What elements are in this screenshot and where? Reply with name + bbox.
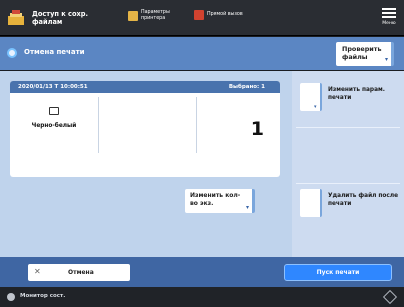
change-print-settings-button[interactable]: Изменить парам. печати ▾ [300, 83, 400, 111]
status-monitor-label[interactable]: Монитор сост. [20, 293, 65, 299]
divider [98, 97, 99, 153]
settings-box [300, 83, 322, 111]
rotate-icon[interactable] [382, 289, 398, 305]
action-bar: ✕ Отмена Пуск печати [0, 257, 404, 287]
printer-settings-tab[interactable]: Параметры принтера [128, 10, 189, 21]
job-datetime: 2020/01/13 T 10:00:51 [18, 84, 88, 90]
divider [296, 127, 400, 128]
start-print-button[interactable]: Пуск печати [284, 264, 392, 281]
page-title: Отмена печати [24, 48, 85, 56]
menu-label: Меню [382, 21, 396, 26]
job-header: 2020/01/13 T 10:00:51 Выбрано: 1 [10, 81, 280, 93]
direct-call-tab[interactable]: Прямой вызов [194, 10, 247, 20]
job-card: 2020/01/13 T 10:00:51 Выбрано: 1 Черно-б… [10, 81, 280, 177]
color-mode-cell: Черно-белый [10, 97, 98, 149]
direct-call-label: Прямой вызов [207, 12, 243, 18]
selected-count: Выбрано: 1 [228, 84, 265, 90]
status-monitor-icon[interactable] [7, 293, 15, 301]
chevron-down-icon: ▾ [245, 203, 249, 211]
stored-files-icon [8, 10, 24, 25]
copies-count: 1 [250, 118, 264, 140]
cancel-button[interactable]: ✕ Отмена [28, 264, 130, 281]
header-strip: Отмена печати Проверить файлы ▾ [0, 37, 404, 70]
check-files-button[interactable]: Проверить файлы ▾ [336, 42, 394, 66]
menu-icon [382, 8, 396, 10]
info-icon [7, 48, 17, 58]
change-copies-label: Изменить кол-во экз. [190, 192, 241, 207]
start-print-label: Пуск печати [316, 269, 360, 276]
close-icon: ✕ [34, 267, 41, 276]
status-bar: Монитор сост. [0, 287, 404, 307]
menu-button[interactable]: Меню [381, 6, 397, 30]
app-title: Доступ к сохр. файлам [32, 10, 88, 26]
change-print-settings-label: Изменить парам. печати [328, 87, 385, 101]
direct-call-icon [194, 10, 204, 20]
divider [296, 183, 400, 184]
delete-checkbox[interactable] [300, 189, 322, 217]
monochrome-icon [49, 107, 59, 115]
chevron-down-icon: ▾ [384, 56, 388, 63]
top-bar: Доступ к сохр. файлам Параметры принтера… [0, 0, 404, 36]
color-mode-label: Черно-белый [31, 123, 77, 129]
printer-settings-icon [128, 10, 138, 21]
delete-after-print-toggle[interactable]: Удалить файл после печати [300, 189, 400, 217]
change-copies-button[interactable]: Изменить кол-во экз. ▾ [185, 189, 255, 213]
main-panel: 2020/01/13 T 10:00:51 Выбрано: 1 Черно-б… [0, 71, 404, 257]
check-files-label: Проверить файлы [342, 45, 382, 61]
cancel-label: Отмена [68, 269, 94, 276]
chevron-down-icon: ▾ [314, 104, 317, 110]
divider [196, 97, 197, 153]
job-body: Черно-белый 1 [10, 93, 280, 177]
delete-after-print-label: Удалить файл после печати [328, 193, 399, 207]
printer-settings-label: Параметры принтера [141, 10, 170, 21]
app-title-group[interactable]: Доступ к сохр. файлам [6, 3, 92, 33]
